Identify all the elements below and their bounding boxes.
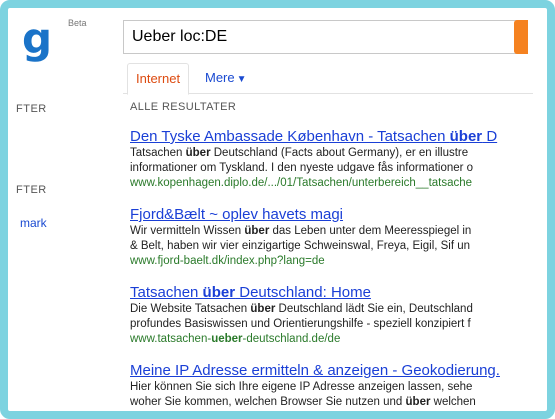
search-header: g Beta [8,8,547,68]
beta-badge: Beta [68,18,87,28]
screenshot-frame: g Beta Internet Mere▼ FTER FTER mark ALL… [0,0,555,419]
result-item: Tatsachen über Deutschland: Home Die Web… [130,283,530,347]
result-snippet-line: Die Website Tatsachen über Deutschland l… [130,303,473,315]
result-snippet-line: Hier können Sie sich Ihre eigene IP Adre… [130,381,473,393]
tab-internet[interactable]: Internet [127,63,190,95]
result-url[interactable]: www.kopenhagen.diplo.de/.../01/Tatsachen… [130,176,530,191]
sidebar-label-1: FTER [16,103,47,115]
sidebar-label-2: FTER [16,184,47,196]
results-list: Den Tyske Ambassade København - Tatsache… [130,127,530,411]
tab-more-label: Mere [205,70,235,85]
result-title[interactable]: Fjord&Bælt ~ oplev havets magi [130,205,530,224]
result-snippet-line: profundes Basiswissen und Orientierungsh… [130,318,471,330]
bing-logo[interactable]: g [22,18,52,60]
result-title[interactable]: Tatsachen über Deutschland: Home [130,283,530,302]
search-button[interactable] [514,20,528,54]
search-tabs: Internet Mere ▼ [123,63,533,95]
sidebar-link[interactable]: mark [20,216,47,230]
result-snippet-line: Wir vermitteln Wissen über das Leben unt… [130,225,472,237]
result-item: Meine IP Adresse ermitteln & anzeigen - … [130,361,530,410]
result-title[interactable]: Den Tyske Ambassade København - Tatsache… [130,127,530,146]
search-input[interactable] [132,21,502,53]
result-snippet-line: Tatsachen über Deutschland (Facts about … [130,147,469,159]
result-url[interactable]: www.tatsachen-ueber-deutschland.de/de [130,332,530,347]
result-snippet-line: & Belt, haben wir vier einzigartige Schw… [130,240,471,252]
search-box[interactable] [123,20,528,54]
result-snippet-line: woher Sie kommen, welchen Browser Sie nu… [130,396,476,408]
tab-more[interactable]: Mere ▼ [205,63,247,95]
result-url[interactable]: www.fjord-baelt.dk/index.php?lang=de [130,254,530,269]
results-header: ALLE RESULTATER [130,101,237,113]
caret-down-icon: ▼ [236,74,247,85]
result-snippet-line: informationer om Tyskland. I den nyeste … [130,162,474,174]
result-item: Fjord&Bælt ~ oplev havets magi Wir vermi… [130,205,530,269]
result-title[interactable]: Meine IP Adresse ermitteln & anzeigen - … [130,361,530,380]
result-item: Den Tyske Ambassade København - Tatsache… [130,127,530,191]
